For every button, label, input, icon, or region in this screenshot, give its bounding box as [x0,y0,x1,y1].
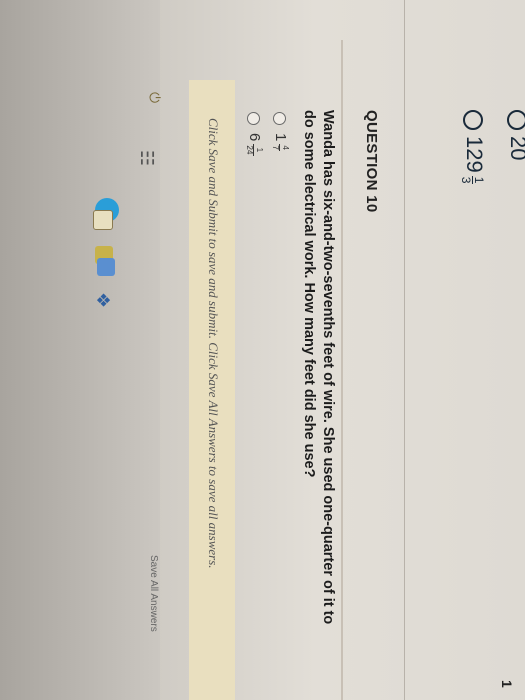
option-fraction: 13 [459,175,487,185]
question-panel: 20 129 1 3 1 QUESTION 10 Wanda has six-and… [0,0,525,700]
answer-option-1[interactable]: 147 [271,112,290,151]
question-corner-number: 1 [499,680,515,688]
save-all-answers-button[interactable]: Save All Answers [148,555,159,632]
submit-instructions: Click Save and Submit to save and submit… [206,118,221,569]
option-fraction: 1 24 [245,144,264,156]
radio-icon[interactable] [462,110,483,130]
header-divider [341,40,343,700]
screen: 20 129 1 3 1 QUESTION 10 Wanda has six-and… [0,0,525,700]
prev-option-20[interactable]: 20 [505,110,525,160]
question-text: Wanda has six-and-two-sevenths feet of w… [301,110,336,625]
answer-option-2[interactable]: 6 1 24 [245,112,264,156]
task-view-icon[interactable]: ☷ [136,150,157,166]
dropbox-icon[interactable]: ❖ [92,292,113,308]
power-icon[interactable]: ⏻ [146,92,163,103]
option-whole: 1 [272,133,289,142]
question-header: QUESTION 10 [363,110,380,213]
option-whole: 6 [246,133,263,142]
option-fraction: 47 [271,144,290,151]
store-icon[interactable] [93,210,113,230]
divider [404,0,405,700]
radio-icon[interactable] [247,112,261,125]
rotated-content: 20 129 1 3 1 QUESTION 10 Wanda has six-and… [0,0,525,700]
radio-icon[interactable] [506,110,525,130]
option-whole: 129 [462,136,487,173]
prev-option-129[interactable]: 129 1 3 [459,110,487,185]
radio-icon[interactable] [273,112,287,125]
app-icon[interactable] [97,258,115,276]
